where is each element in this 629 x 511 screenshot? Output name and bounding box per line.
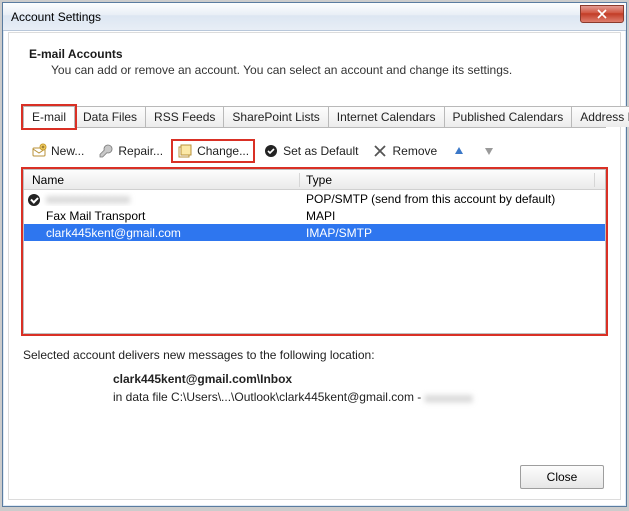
tab-rss-feeds[interactable]: RSS Feeds	[145, 106, 224, 127]
col-name[interactable]: Name	[24, 173, 300, 187]
accounts-list[interactable]: Name Type xxxxxxxxxxxxxx POP/SMTP (send …	[23, 169, 606, 334]
delivery-file: in data file C:\Users\...\Outlook\clark4…	[113, 388, 606, 407]
change-label: Change...	[197, 144, 249, 158]
window-title: Account Settings	[11, 10, 580, 24]
account-type: POP/SMTP (send from this account by defa…	[300, 192, 605, 206]
list-header: Name Type	[24, 170, 605, 190]
check-circle-icon	[263, 143, 279, 159]
delivery-location-label: Selected account delivers new messages t…	[23, 348, 606, 362]
account-row[interactable]: xxxxxxxxxxxxxx POP/SMTP (send from this …	[24, 190, 605, 207]
account-name: xxxxxxxxxxxxxx	[46, 192, 130, 206]
window-close-button[interactable]	[580, 5, 624, 23]
dialog-body: E-mail Accounts You can add or remove an…	[8, 32, 621, 500]
tab-email[interactable]: E-mail	[23, 106, 75, 128]
remove-icon	[372, 143, 388, 159]
delivery-location-details: clark445kent@gmail.com\Inbox in data fil…	[113, 370, 606, 407]
remove-label: Remove	[392, 144, 437, 158]
set-default-button[interactable]: Set as Default	[259, 141, 362, 161]
move-down-button[interactable]	[477, 141, 501, 161]
repair-label: Repair...	[118, 144, 163, 158]
account-row[interactable]: Fax Mail Transport MAPI	[24, 207, 605, 224]
arrow-up-icon	[451, 143, 467, 159]
remove-button[interactable]: Remove	[368, 141, 441, 161]
change-button[interactable]: Change...	[173, 141, 253, 161]
tab-published-calendars[interactable]: Published Calendars	[444, 106, 573, 127]
col-type[interactable]: Type	[300, 173, 595, 187]
account-type: IMAP/SMTP	[300, 226, 605, 240]
new-button[interactable]: New...	[27, 141, 88, 161]
tab-address-books[interactable]: Address Books	[571, 106, 629, 127]
tabs: E-mail Data Files RSS Feeds SharePoint L…	[23, 105, 606, 128]
toolbar: New... Repair... Change... Set as Defaul…	[23, 138, 606, 164]
section-title: E-mail Accounts	[29, 47, 606, 61]
footer: Close	[520, 465, 604, 489]
tab-internet-calendars[interactable]: Internet Calendars	[328, 106, 445, 127]
account-row[interactable]: clark445kent@gmail.com IMAP/SMTP	[24, 224, 605, 241]
new-icon	[31, 143, 47, 159]
repair-button[interactable]: Repair...	[94, 141, 167, 161]
titlebar: Account Settings	[3, 3, 626, 31]
repair-icon	[98, 143, 114, 159]
account-settings-window: Account Settings E-mail Accounts You can…	[2, 2, 627, 507]
account-name: clark445kent@gmail.com	[24, 226, 300, 240]
change-icon	[177, 143, 193, 159]
arrow-down-icon	[481, 143, 497, 159]
section-subtitle: You can add or remove an account. You ca…	[51, 63, 606, 77]
move-up-button[interactable]	[447, 141, 471, 161]
tab-data-files[interactable]: Data Files	[74, 106, 146, 127]
tab-sharepoint-lists[interactable]: SharePoint Lists	[223, 106, 328, 127]
new-label: New...	[51, 144, 84, 158]
close-icon	[597, 9, 607, 19]
set-default-label: Set as Default	[283, 144, 358, 158]
account-type: MAPI	[300, 209, 605, 223]
close-button[interactable]: Close	[520, 465, 604, 489]
delivery-folder: clark445kent@gmail.com\Inbox	[113, 370, 606, 388]
account-name: Fax Mail Transport	[24, 209, 300, 223]
